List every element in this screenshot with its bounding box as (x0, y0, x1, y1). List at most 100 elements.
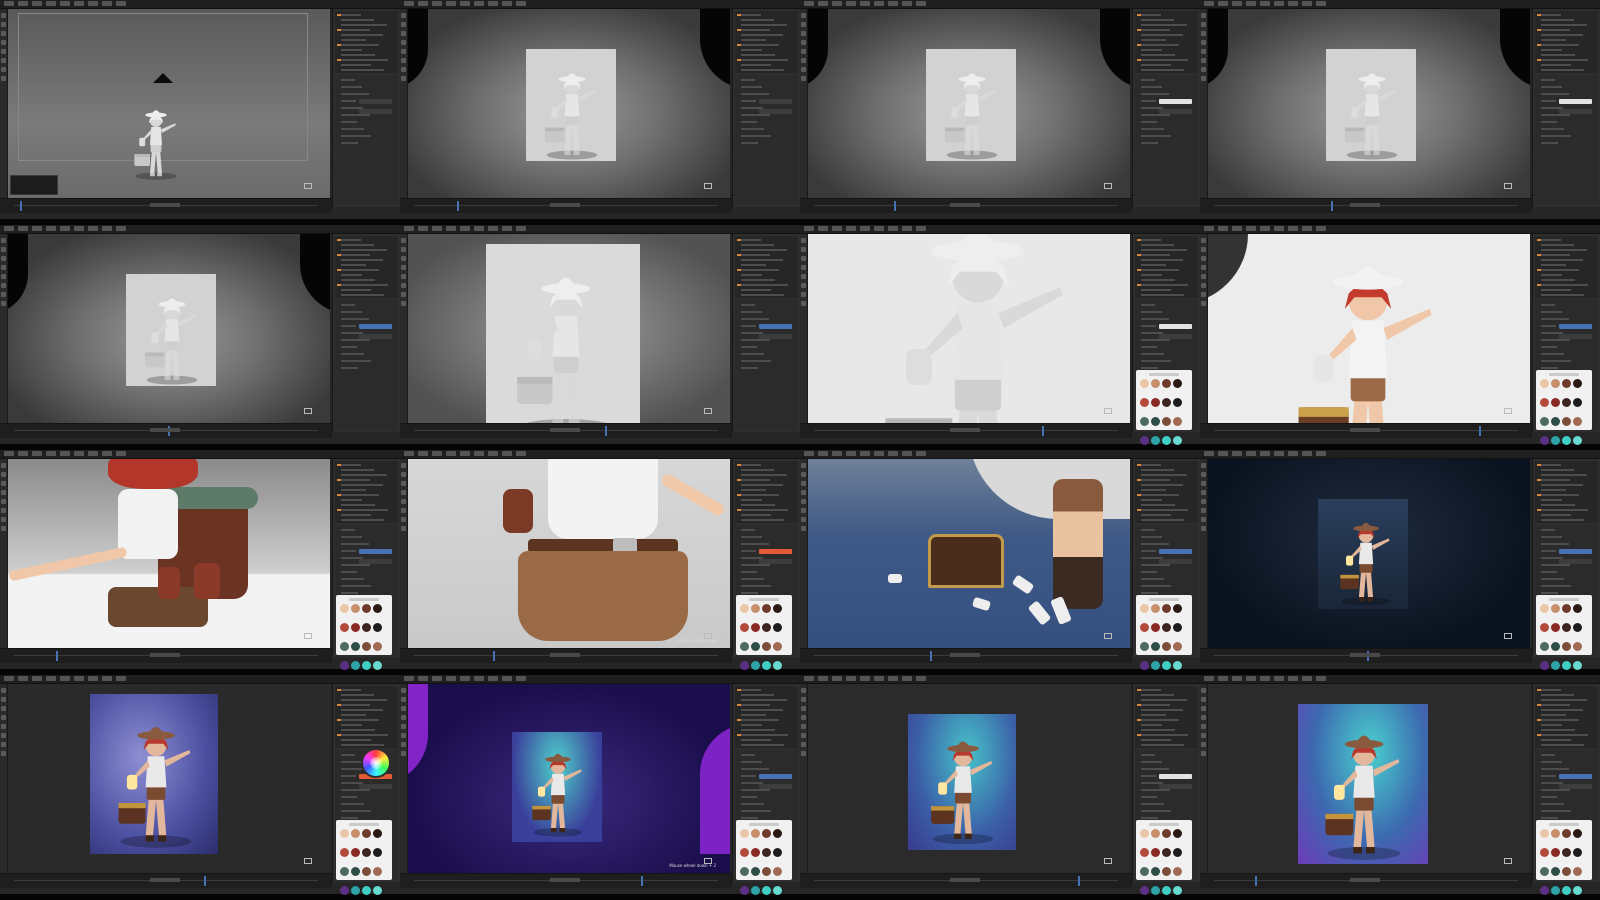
tool-icon[interactable] (401, 247, 406, 252)
timeline-bar[interactable] (0, 873, 332, 888)
outliner-row[interactable] (741, 284, 788, 286)
outliner-row[interactable] (1141, 464, 1161, 466)
menu-icon[interactable] (418, 1, 428, 6)
menu-icon[interactable] (1260, 226, 1270, 231)
menu-icon[interactable] (18, 1, 28, 6)
character-model[interactable] (132, 282, 212, 386)
outliner-row[interactable] (1541, 474, 1587, 476)
tool-icon[interactable] (1201, 238, 1206, 243)
outliner-row[interactable] (1541, 24, 1587, 26)
3d-viewport[interactable] (1208, 684, 1530, 874)
outliner-row[interactable] (341, 249, 387, 251)
menu-icon[interactable] (74, 676, 84, 681)
tool-icon[interactable] (401, 256, 406, 261)
menu-icon[interactable] (902, 676, 912, 681)
menu-icon[interactable] (4, 451, 14, 456)
menu-icon[interactable] (804, 1, 814, 6)
outliner-row[interactable] (1541, 499, 1562, 501)
tool-icon[interactable] (801, 526, 806, 531)
tool-icon[interactable] (801, 238, 806, 243)
tool-icon[interactable] (401, 472, 406, 477)
menu-icon[interactable] (1274, 451, 1284, 456)
outliner-row[interactable] (341, 239, 361, 241)
menu-icon[interactable] (1204, 451, 1214, 456)
menu-icon[interactable] (1260, 676, 1270, 681)
playhead-marker[interactable] (1479, 426, 1481, 436)
outliner-row[interactable] (741, 259, 783, 261)
tool-icon[interactable] (801, 688, 806, 693)
play-icon[interactable] (1350, 428, 1380, 432)
timeline-bar[interactable] (800, 198, 1132, 213)
menu-icon[interactable] (1246, 451, 1256, 456)
play-icon[interactable] (950, 428, 980, 432)
tool-icon[interactable] (401, 715, 406, 720)
outliner-row[interactable] (341, 284, 388, 286)
tool-icon[interactable] (1, 481, 6, 486)
outliner-row[interactable] (1541, 489, 1566, 491)
play-icon[interactable] (550, 203, 580, 207)
tool-icon[interactable] (1, 526, 6, 531)
menu-icon[interactable] (1232, 451, 1242, 456)
outliner-row[interactable] (1141, 714, 1166, 716)
menu-icon[interactable] (116, 1, 126, 6)
tool-icon[interactable] (801, 247, 806, 252)
outliner-row[interactable] (741, 689, 761, 691)
outliner-row[interactable] (341, 519, 384, 521)
tool-icon[interactable] (401, 508, 406, 513)
outliner-row[interactable] (341, 294, 384, 296)
tool-icon[interactable] (1, 40, 6, 45)
play-icon[interactable] (150, 653, 180, 657)
outliner-row[interactable] (741, 269, 779, 271)
outliner-row[interactable] (1541, 239, 1561, 241)
outliner-row[interactable] (1141, 284, 1188, 286)
3d-viewport[interactable] (8, 9, 330, 199)
value-slider[interactable] (1159, 324, 1192, 329)
timeline-bar[interactable] (800, 423, 1132, 438)
outliner-row[interactable] (1141, 504, 1175, 506)
tool-icon[interactable] (401, 67, 406, 72)
tool-icon[interactable] (1, 292, 6, 297)
outliner-row[interactable] (341, 69, 384, 71)
outliner-row[interactable] (341, 724, 362, 726)
outliner-row[interactable] (741, 484, 783, 486)
outliner-row[interactable] (1541, 254, 1570, 256)
outliner-row[interactable] (741, 699, 787, 701)
outliner-row[interactable] (341, 269, 379, 271)
outliner-row[interactable] (741, 44, 779, 46)
outliner-row[interactable] (741, 249, 787, 251)
menu-icon[interactable] (888, 226, 898, 231)
tool-icon[interactable] (1201, 742, 1206, 747)
tool-icon[interactable] (401, 265, 406, 270)
tool-icon[interactable] (801, 715, 806, 720)
outliner-row[interactable] (341, 289, 371, 291)
color-wheel-picker[interactable] (361, 748, 391, 778)
menu-icon[interactable] (474, 676, 484, 681)
tool-icon[interactable] (401, 733, 406, 738)
outliner-row[interactable] (341, 734, 388, 736)
character-model[interactable] (932, 57, 1012, 161)
playhead-marker[interactable] (930, 651, 932, 661)
outliner-row[interactable] (341, 19, 374, 21)
menu-icon[interactable] (1316, 451, 1326, 456)
outliner-panel[interactable] (1135, 461, 1198, 523)
outliner-panel[interactable] (735, 11, 798, 73)
outliner-row[interactable] (1141, 279, 1175, 281)
outliner-row[interactable] (1141, 264, 1166, 266)
outliner-row[interactable] (1541, 249, 1587, 251)
outliner-row[interactable] (1141, 69, 1184, 71)
menu-icon[interactable] (1232, 226, 1242, 231)
outliner-row[interactable] (341, 739, 371, 741)
tool-icon[interactable] (401, 292, 406, 297)
menu-icon[interactable] (916, 226, 926, 231)
value-slider[interactable] (1559, 774, 1592, 779)
menu-icon[interactable] (818, 226, 828, 231)
outliner-row[interactable] (341, 464, 361, 466)
outliner-row[interactable] (341, 244, 374, 246)
outliner-row[interactable] (341, 494, 379, 496)
tool-icon[interactable] (1201, 715, 1206, 720)
outliner-row[interactable] (1141, 499, 1162, 501)
tool-icon[interactable] (1201, 697, 1206, 702)
outliner-row[interactable] (1541, 479, 1570, 481)
tool-icon[interactable] (801, 463, 806, 468)
tool-icon[interactable] (1201, 256, 1206, 261)
